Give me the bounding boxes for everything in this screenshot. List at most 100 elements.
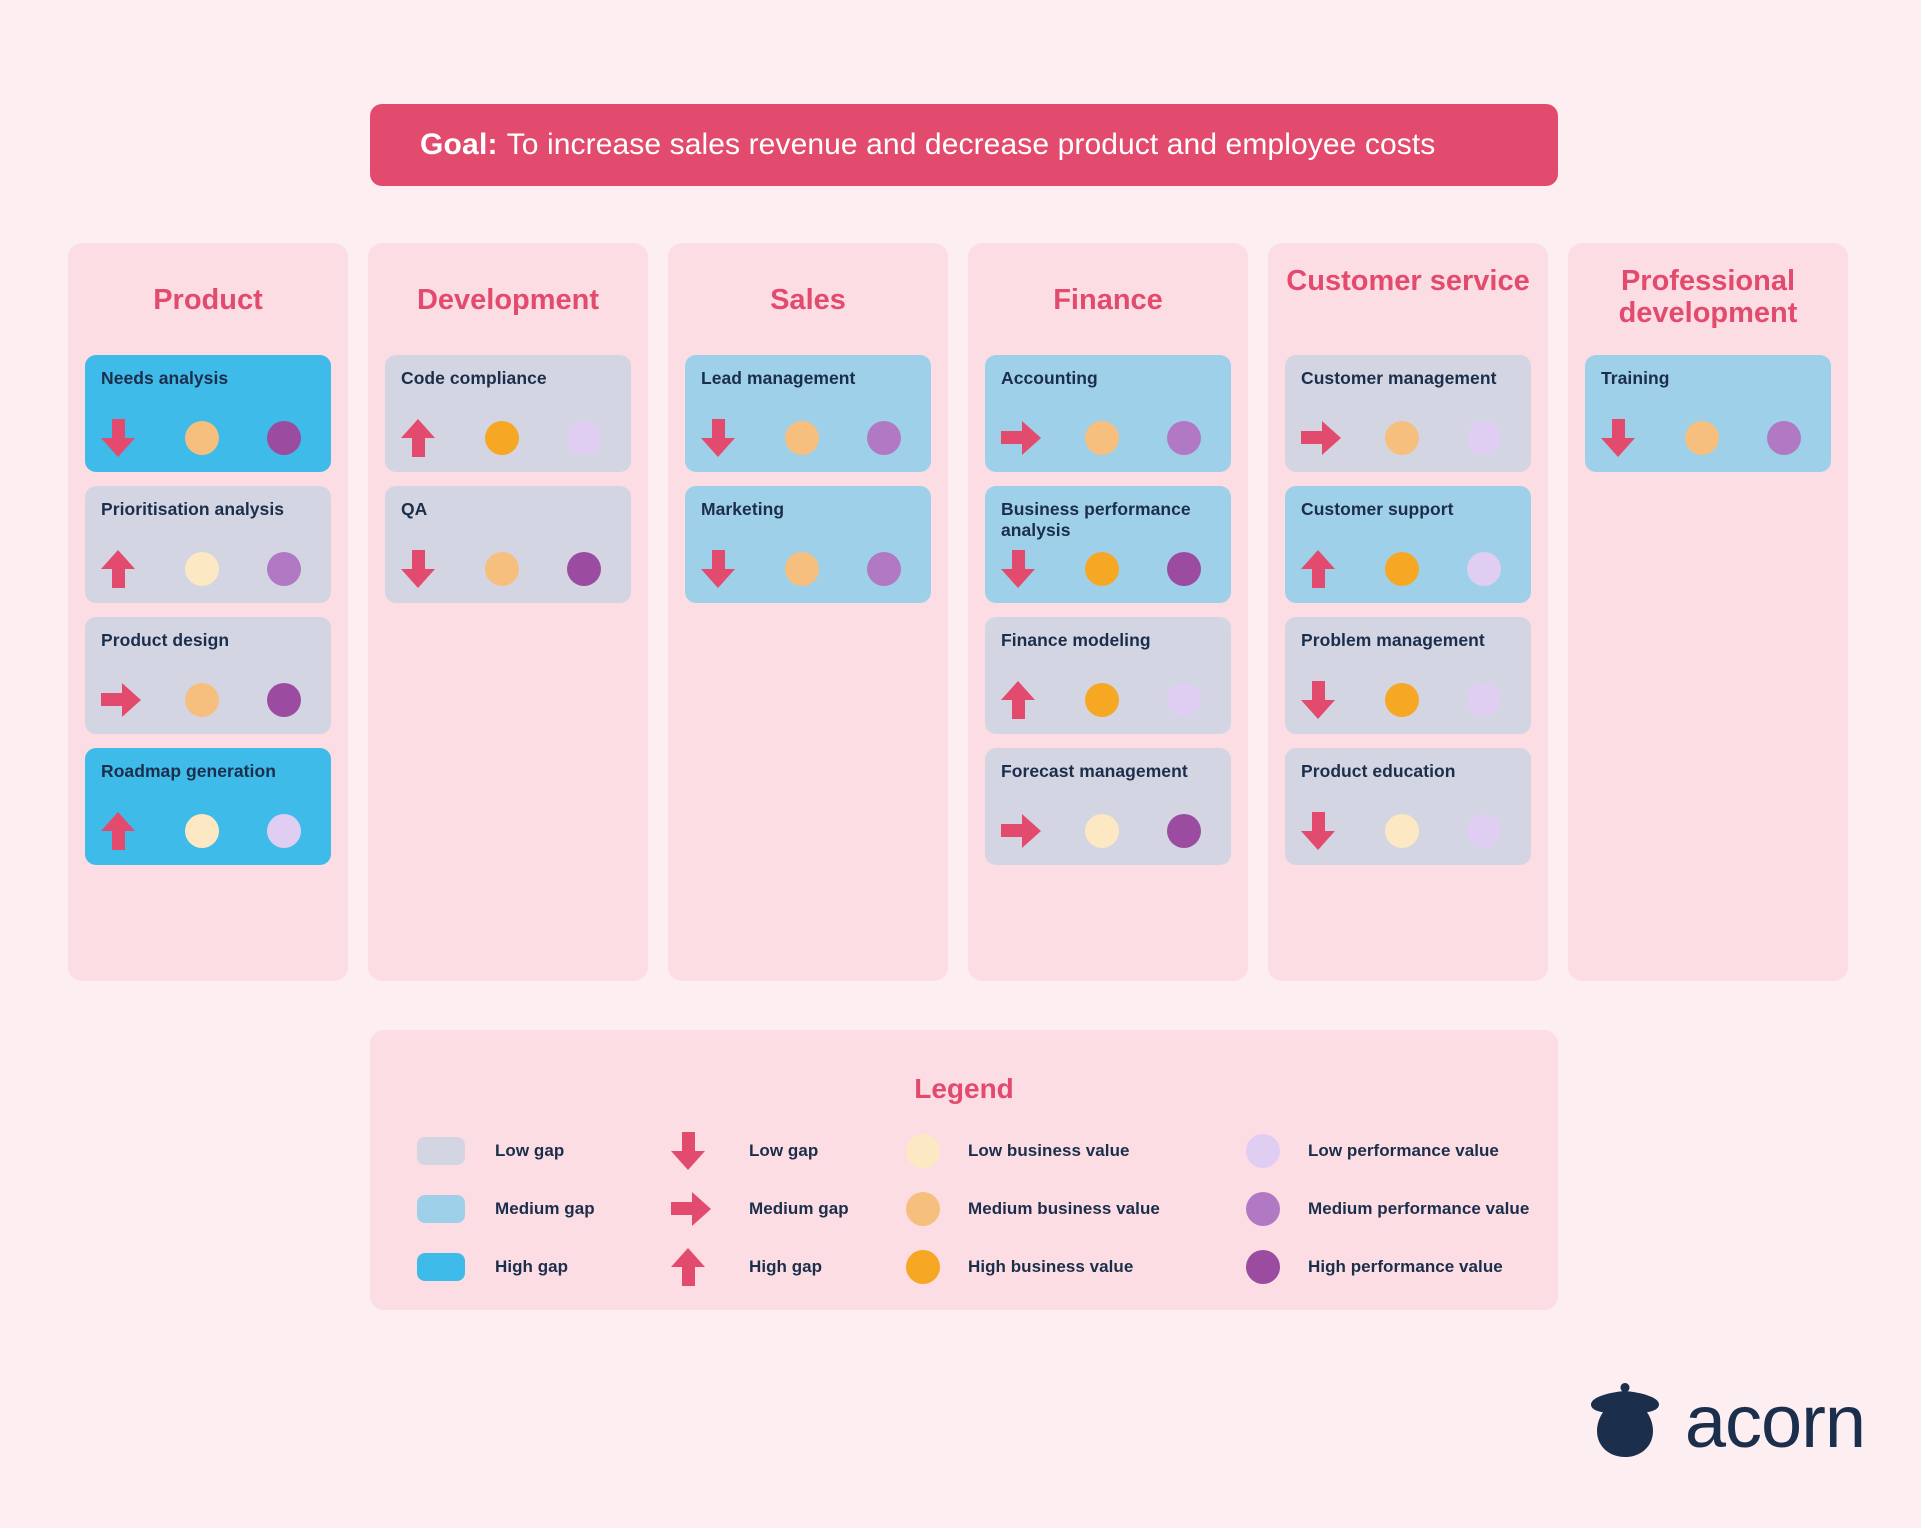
business-value-slot: [1685, 421, 1767, 455]
legend-row-gap-swatch: Medium gap: [417, 1193, 653, 1225]
card-indicators: [1301, 681, 1515, 719]
capability-card[interactable]: Lead management: [685, 355, 931, 472]
capability-card[interactable]: Finance modeling: [985, 617, 1231, 734]
legend-row-gap-swatch: High gap: [417, 1251, 653, 1283]
arrow-up-icon: [401, 419, 435, 457]
capability-card[interactable]: Marketing: [685, 486, 931, 603]
business-value-slot: [1385, 552, 1467, 586]
performance-value-dot: [1467, 552, 1501, 586]
legend-columns: Low gap Medium gap High gap Low gap Medium …: [370, 1105, 1558, 1286]
performance-value-dot: [267, 421, 301, 455]
card-indicators: [1001, 550, 1215, 588]
legend-icon-slot: [417, 1137, 495, 1165]
capability-card[interactable]: Business performance analysis: [985, 486, 1231, 603]
performance-value-dot: [1167, 421, 1201, 455]
performance-value-slot: [567, 421, 601, 455]
performance-value-slot: [1467, 552, 1501, 586]
business-value-dot: [1085, 552, 1119, 586]
legend-label: High performance value: [1308, 1257, 1503, 1276]
card-indicators: [701, 550, 915, 588]
card-title: Problem management: [1301, 630, 1485, 650]
legend-label: Low business value: [968, 1141, 1130, 1160]
card-title: Customer management: [1301, 368, 1497, 388]
brand-logo: acorn: [1587, 1377, 1866, 1466]
capability-card[interactable]: Product education: [1285, 748, 1531, 865]
card-title: Marketing: [701, 499, 785, 519]
capability-card[interactable]: Roadmap generation: [85, 748, 331, 865]
arrow-down-icon: [1301, 812, 1335, 850]
business-value-dot: [1385, 683, 1419, 717]
capability-card[interactable]: Forecast management: [985, 748, 1231, 865]
arrow-right-icon: [101, 683, 141, 717]
capability-card[interactable]: Customer management: [1285, 355, 1531, 472]
card-indicators: [101, 812, 315, 850]
gap-swatch-medium: [417, 1195, 465, 1223]
card-title: Finance modeling: [1001, 630, 1151, 650]
legend-group-business-value: Low business value Medium business value H…: [898, 1134, 1228, 1284]
capability-card[interactable]: Needs analysis: [85, 355, 331, 472]
legend-label: High business value: [968, 1257, 1134, 1276]
performance-value-slot: [1167, 814, 1201, 848]
performance-value-dot: [1467, 814, 1501, 848]
legend-icon-slot: [906, 1192, 968, 1226]
business-value-dot: [185, 814, 219, 848]
card-indicators: [1001, 813, 1215, 849]
column-finance: Finance Accounting Business performance an…: [968, 243, 1248, 981]
column-product: Product Needs analysis Prioritisation anal…: [68, 243, 348, 981]
performance-value-dot: [1167, 683, 1201, 717]
column-sales: Sales Lead management Marketing: [668, 243, 948, 981]
capability-card[interactable]: Prioritisation analysis: [85, 486, 331, 603]
gap-arrow-slot: [701, 550, 785, 588]
column-title: Development: [416, 284, 600, 316]
performance-value-dot-low: [1246, 1134, 1280, 1168]
business-value-slot: [1385, 421, 1467, 455]
business-value-dot: [1685, 421, 1719, 455]
column-title: Customer service: [1286, 265, 1530, 297]
capability-card[interactable]: Training: [1585, 355, 1831, 472]
business-value-slot: [485, 421, 567, 455]
card-title: Roadmap generation: [101, 761, 276, 781]
performance-value-dot: [567, 552, 601, 586]
business-value-dot: [785, 421, 819, 455]
arrow-down-icon: [701, 419, 735, 457]
performance-value-dot-medium: [1246, 1192, 1280, 1226]
card-title: Business performance analysis: [1001, 499, 1191, 541]
arrow-right-icon: [671, 1192, 711, 1226]
legend-label: High gap: [749, 1257, 823, 1276]
business-value-slot: [1085, 552, 1167, 586]
gap-swatch-low: [417, 1137, 465, 1165]
business-value-dot: [1385, 421, 1419, 455]
business-value-slot: [185, 814, 267, 848]
capability-card[interactable]: QA: [385, 486, 631, 603]
gap-arrow-slot: [1001, 550, 1085, 588]
gap-arrow-slot: [1301, 421, 1385, 455]
business-value-slot: [1085, 683, 1167, 717]
performance-value-slot: [1167, 421, 1201, 455]
legend-row-business-value: High business value: [906, 1250, 1228, 1284]
business-value-dot: [185, 683, 219, 717]
performance-value-slot: [1167, 683, 1201, 717]
business-value-dot-medium: [906, 1192, 940, 1226]
card-indicators: [701, 419, 915, 457]
card-list: Lead management Marketing: [685, 355, 931, 603]
capability-card[interactable]: Customer support: [1285, 486, 1531, 603]
gap-arrow-slot: [101, 550, 185, 588]
card-title: Training: [1601, 368, 1670, 388]
card-title: Code compliance: [401, 368, 547, 388]
business-value-dot-low: [906, 1134, 940, 1168]
capability-card[interactable]: Accounting: [985, 355, 1231, 472]
legend-row-performance-value: Low performance value: [1246, 1134, 1533, 1168]
card-indicators: [1301, 812, 1515, 850]
business-value-slot: [785, 552, 867, 586]
arrow-down-icon: [1601, 419, 1635, 457]
performance-value-dot-high: [1246, 1250, 1280, 1284]
capability-card[interactable]: Problem management: [1285, 617, 1531, 734]
capability-card[interactable]: Code compliance: [385, 355, 631, 472]
column-title: Product: [153, 284, 263, 316]
capability-card[interactable]: Product design: [85, 617, 331, 734]
legend-row-performance-value: High performance value: [1246, 1250, 1533, 1284]
performance-value-slot: [267, 421, 301, 455]
business-value-dot: [1085, 814, 1119, 848]
performance-value-slot: [1467, 683, 1501, 717]
arrow-down-icon: [101, 419, 135, 457]
